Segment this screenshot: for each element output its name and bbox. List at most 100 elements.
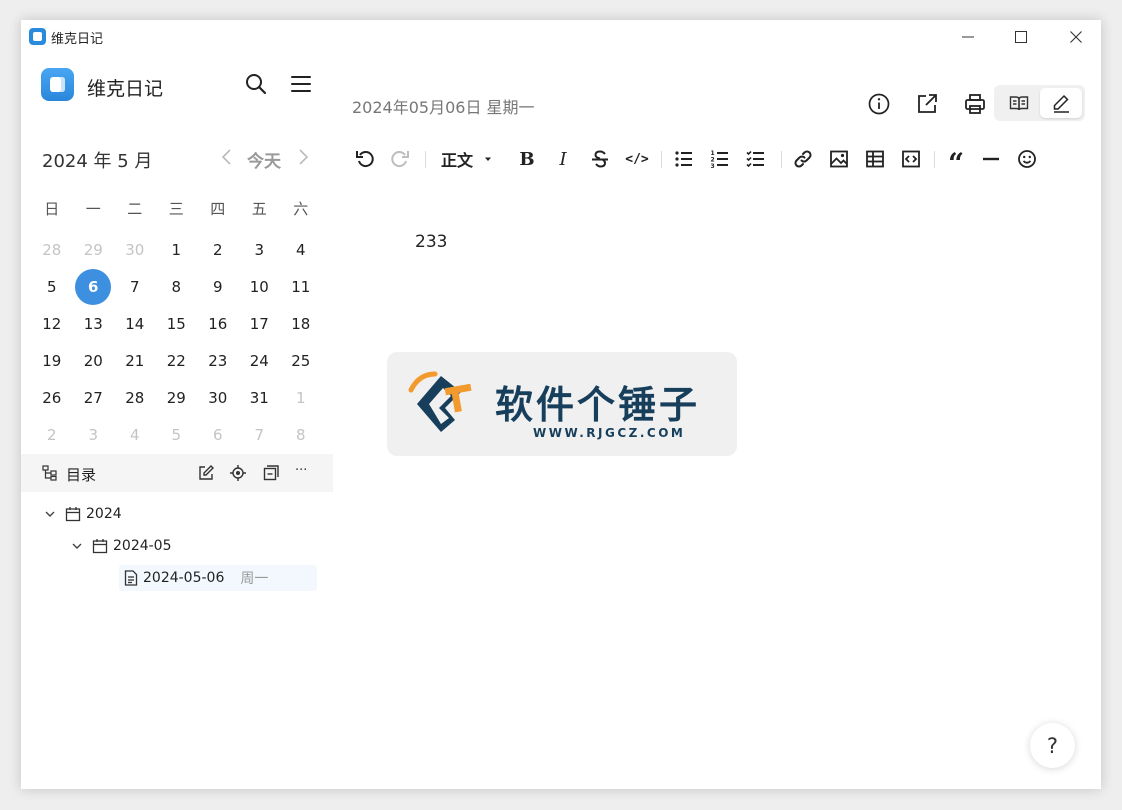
- calendar-day[interactable]: 8: [156, 268, 198, 305]
- close-button[interactable]: [1051, 20, 1101, 54]
- calendar-day-number: 26: [42, 388, 62, 407]
- calendar-day[interactable]: 18: [280, 305, 322, 342]
- paragraph-style-select[interactable]: 正文: [437, 145, 477, 173]
- calendar-day[interactable]: 12: [31, 305, 73, 342]
- calendar-day-number: 7: [129, 277, 140, 296]
- calendar-day[interactable]: 1: [280, 379, 322, 416]
- calendar-day[interactable]: 29: [73, 231, 115, 268]
- tree-node-month-label: 2024-05: [113, 538, 172, 554]
- task-list-button[interactable]: [743, 145, 769, 173]
- calendar-day-number: 17: [249, 314, 269, 333]
- calendar-day[interactable]: 24: [239, 342, 281, 379]
- calendar-day[interactable]: 10: [239, 268, 281, 305]
- calendar-day[interactable]: 16: [197, 305, 239, 342]
- calendar-day-number: 1: [295, 388, 306, 407]
- undo-button[interactable]: [352, 145, 378, 173]
- menu-button[interactable]: [288, 71, 314, 97]
- calendar-day[interactable]: 25: [280, 342, 322, 379]
- weekday-label: 二: [127, 200, 143, 218]
- calendar-day[interactable]: 21: [114, 342, 156, 379]
- calendar-day[interactable]: 17: [239, 305, 281, 342]
- calendar-day[interactable]: 14: [114, 305, 156, 342]
- calendar-day[interactable]: 26: [31, 379, 73, 416]
- ordered-list-button[interactable]: 123: [707, 145, 733, 173]
- tree-node-month[interactable]: 2024-05: [70, 533, 172, 559]
- calendar-day-number: 8: [295, 425, 306, 444]
- brand-logo: [41, 68, 74, 101]
- calendar-day[interactable]: 3: [239, 231, 281, 268]
- new-entry-button[interactable]: [197, 464, 215, 482]
- minimize-button[interactable]: [943, 20, 993, 54]
- calendar-day[interactable]: 1: [156, 231, 198, 268]
- calendar-prev-button[interactable]: [219, 146, 235, 168]
- calendar-day[interactable]: 9: [197, 268, 239, 305]
- calendar-day[interactable]: 2: [197, 231, 239, 268]
- calendar-day[interactable]: 15: [156, 305, 198, 342]
- ordered-list-icon: 123: [711, 150, 728, 169]
- maximize-button[interactable]: [996, 20, 1046, 54]
- read-mode-button[interactable]: [998, 89, 1038, 117]
- calendar-day[interactable]: 28: [31, 231, 73, 268]
- image-button[interactable]: [826, 145, 852, 173]
- calendar-day[interactable]: 8: [280, 416, 322, 453]
- calendar-day-number: 2: [212, 240, 223, 259]
- calendar-day[interactable]: 27: [73, 379, 115, 416]
- print-button[interactable]: [963, 92, 987, 116]
- embed-button[interactable]: [898, 145, 924, 173]
- today-button[interactable]: 今天: [247, 147, 281, 172]
- calendar-day-number: 20: [83, 351, 103, 370]
- locate-button[interactable]: [229, 464, 247, 482]
- calendar-next-button[interactable]: [295, 146, 311, 168]
- calendar-day-number: 4: [129, 425, 140, 444]
- tree-node-year[interactable]: 2024: [43, 501, 122, 527]
- tree-node-entry[interactable]: 2024-05-06 周一: [119, 565, 317, 591]
- collapse-all-button[interactable]: [262, 464, 280, 482]
- search-icon: [246, 74, 267, 95]
- watermark-text: 软件个锤子: [495, 383, 701, 427]
- redo-button[interactable]: [387, 145, 413, 173]
- link-button[interactable]: [790, 145, 816, 173]
- calendar-day[interactable]: 5: [31, 268, 73, 305]
- calendar-day[interactable]: 5: [156, 416, 198, 453]
- calendar-day[interactable]: 13: [73, 305, 115, 342]
- edit-mode-button[interactable]: [1040, 88, 1082, 118]
- calendar-day[interactable]: 11: [280, 268, 322, 305]
- info-button[interactable]: [867, 92, 891, 116]
- calendar-day[interactable]: 19: [31, 342, 73, 379]
- calendar-day[interactable]: 7: [114, 268, 156, 305]
- title-bar: 维克日记: [21, 20, 1101, 54]
- calendar-day[interactable]: 2: [31, 416, 73, 453]
- strikethrough-button[interactable]: [587, 145, 613, 173]
- italic-button[interactable]: I: [551, 145, 575, 173]
- divider-button[interactable]: [978, 145, 1004, 173]
- calendar-day[interactable]: 23: [197, 342, 239, 379]
- calendar-day-selected[interactable]: 6: [73, 268, 115, 305]
- code-button[interactable]: </>: [622, 145, 652, 173]
- help-button[interactable]: ?: [1030, 723, 1075, 768]
- search-button[interactable]: [243, 71, 269, 97]
- paragraph-style-dropdown[interactable]: [481, 145, 495, 173]
- table-button[interactable]: [862, 145, 888, 173]
- calendar-day[interactable]: 20: [73, 342, 115, 379]
- calendar-day[interactable]: 30: [197, 379, 239, 416]
- calendar-day[interactable]: 6: [197, 416, 239, 453]
- calendar-day[interactable]: 29: [156, 379, 198, 416]
- calendar-day[interactable]: 22: [156, 342, 198, 379]
- emoji-button[interactable]: [1014, 145, 1040, 173]
- quote-button[interactable]: “: [943, 145, 969, 178]
- calendar-day[interactable]: 4: [114, 416, 156, 453]
- share-button[interactable]: [915, 92, 939, 116]
- calendar-day[interactable]: 30: [114, 231, 156, 268]
- bullet-list-button[interactable]: [671, 145, 697, 173]
- book-icon: [1009, 96, 1029, 111]
- more-button[interactable]: ···: [295, 463, 313, 481]
- calendar-day[interactable]: 7: [239, 416, 281, 453]
- calendar-day[interactable]: 4: [280, 231, 322, 268]
- calendar-day-number: 2: [46, 425, 57, 444]
- calendar-day[interactable]: 31: [239, 379, 281, 416]
- calendar-day-number: 25: [291, 351, 311, 370]
- calendar-day[interactable]: 3: [73, 416, 115, 453]
- calendar-day[interactable]: 28: [114, 379, 156, 416]
- bold-button[interactable]: B: [515, 145, 539, 173]
- editor-content[interactable]: 233: [415, 232, 447, 252]
